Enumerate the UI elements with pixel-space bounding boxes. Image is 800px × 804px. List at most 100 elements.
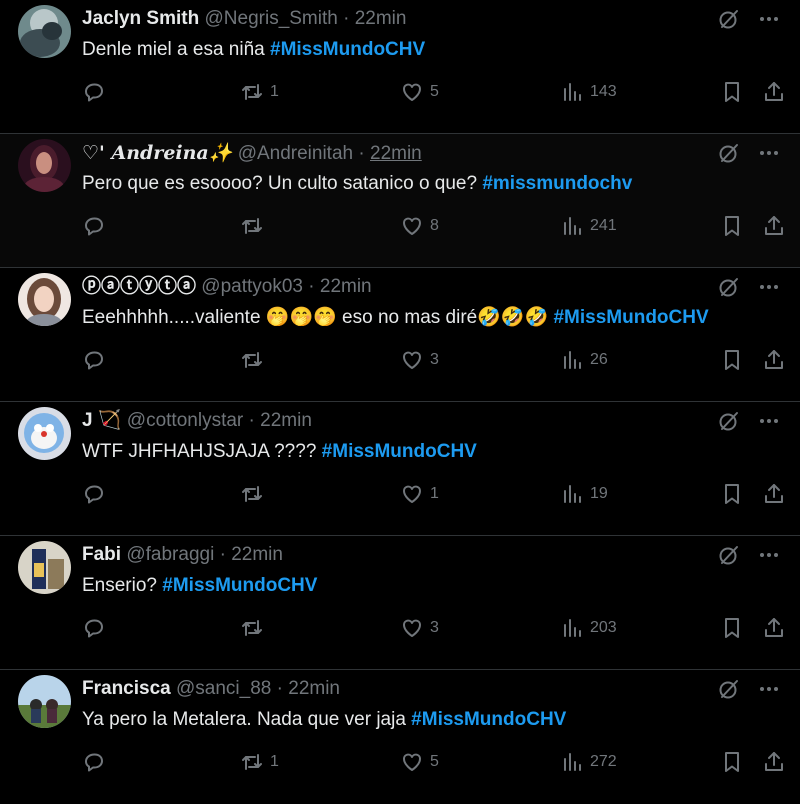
bookmark-button[interactable] [720,750,744,774]
user-name[interactable]: J 🏹 [82,410,122,431]
share-button[interactable] [762,616,786,640]
reply-button[interactable] [82,750,106,774]
tweet[interactable]: ♡' 𝑨𝒏𝒅𝒓𝒆𝒊𝒏𝒂✨ @Andreinitah · 22min Pero q… [0,134,800,268]
reply-button[interactable] [82,214,106,238]
timestamp[interactable]: 22min [370,143,422,164]
hashtag-link[interactable]: #MissMundoCHV [162,575,317,596]
reply-button[interactable] [82,616,106,640]
views-button[interactable]: 272 [560,750,617,774]
timestamp[interactable]: 22min [260,410,312,431]
user-handle[interactable]: @Andreinitah [238,143,353,164]
tweet-text-content: Enserio? [82,575,163,596]
views-button[interactable]: 26 [560,348,608,372]
user-name[interactable]: Jaclyn Smith [82,8,199,29]
repost-icon [242,754,262,770]
grok-icon[interactable] [716,542,742,568]
repost-button[interactable]: 1 [240,750,279,774]
avatar[interactable] [18,675,71,728]
views-button[interactable]: 19 [560,482,608,506]
user-name[interactable]: Francisca [82,678,171,699]
like-button[interactable]: 8 [400,214,439,238]
tweet[interactable]: Jaclyn Smith @Negris_Smith · 22min Denle… [0,0,800,134]
grok-icon[interactable] [716,676,742,702]
repost-button[interactable] [240,214,270,238]
views-button[interactable]: 241 [560,214,617,238]
hashtag-link[interactable]: #MissMundoCHV [553,307,708,328]
view-count: 203 [590,619,617,636]
tweet[interactable]: Francisca @sanci_88 · 22min Ya pero la M… [0,670,800,804]
repost-button[interactable] [240,616,270,640]
tweet-text: Denle miel a esa niña #MissMundoCHV [82,38,425,62]
timestamp[interactable]: 22min [320,276,372,297]
more-options-icon[interactable] [756,676,782,702]
grok-icon[interactable] [716,6,742,32]
tweet[interactable]: ⓟⓐⓣⓨⓣⓐ @pattyok03 · 22min Eeehhhhh.....v… [0,268,800,402]
grok-icon[interactable] [716,140,742,166]
user-name[interactable]: Fabi [82,544,121,565]
avatar[interactable] [18,273,71,326]
heart-icon [403,351,421,369]
avatar[interactable] [18,5,71,58]
views-button[interactable]: 203 [560,616,617,640]
repost-button[interactable] [240,348,270,372]
avatar[interactable] [18,407,71,460]
user-name[interactable]: ⓟⓐⓣⓨⓣⓐ [82,276,196,297]
hashtag-link[interactable]: #MissMundoCHV [322,441,477,462]
share-button[interactable] [762,214,786,238]
user-handle[interactable]: @pattyok03 [201,276,303,297]
bookmark-icon [725,216,739,236]
timestamp[interactable]: 22min [355,8,407,29]
separator-dot: · [358,143,365,164]
hashtag-link[interactable]: #MissMundoCHV [270,39,425,60]
reply-icon [85,485,103,504]
repost-button[interactable] [240,482,270,506]
tweet[interactable]: J 🏹 @cottonlystar · 22min WTF JHFHAHJSJA… [0,402,800,536]
reply-button[interactable] [82,482,106,506]
more-options-icon[interactable] [756,408,782,434]
bookmark-button[interactable] [720,80,744,104]
user-handle[interactable]: @fabraggi [126,544,214,565]
hashtag-link[interactable]: #missmundochv [482,173,632,194]
tweet-text-content: Denle miel a esa niña [82,39,270,60]
repost-icon [242,84,262,100]
like-button[interactable]: 5 [400,80,439,104]
avatar[interactable] [18,139,71,192]
share-button[interactable] [762,80,786,104]
avatar[interactable] [18,541,71,594]
bookmark-button[interactable] [720,616,744,640]
like-button[interactable]: 1 [400,482,439,506]
bookmark-button[interactable] [720,214,744,238]
bookmark-button[interactable] [720,348,744,372]
tweet-actions: 3 203 [82,616,784,640]
tweet[interactable]: Fabi @fabraggi · 22min Enserio? #MissMun… [0,536,800,670]
share-button[interactable] [762,348,786,372]
heart-icon [403,83,421,101]
user-name[interactable]: ♡' 𝑨𝒏𝒅𝒓𝒆𝒊𝒏𝒂✨ [82,142,232,164]
reply-button[interactable] [82,80,106,104]
share-icon [765,350,783,369]
user-handle[interactable]: @sanci_88 [176,678,271,699]
views-button[interactable]: 143 [560,80,617,104]
grok-icon[interactable] [716,274,742,300]
user-handle[interactable]: @cottonlystar [127,410,243,431]
more-options-icon[interactable] [756,140,782,166]
like-button[interactable]: 5 [400,750,439,774]
more-options-icon[interactable] [756,542,782,568]
reply-button[interactable] [82,348,106,372]
bookmark-button[interactable] [720,482,744,506]
repost-button[interactable]: 1 [240,80,279,104]
like-button[interactable]: 3 [400,348,439,372]
timestamp[interactable]: 22min [288,678,340,699]
more-options-icon[interactable] [756,6,782,32]
share-button[interactable] [762,750,786,774]
share-button[interactable] [762,482,786,506]
like-button[interactable]: 3 [400,616,439,640]
repost-count: 1 [270,83,279,100]
grok-icon[interactable] [716,408,742,434]
bookmark-icon [725,752,739,772]
user-handle[interactable]: @Negris_Smith [205,8,338,29]
separator-dot: · [219,544,226,565]
hashtag-link[interactable]: #MissMundoCHV [411,709,566,730]
timestamp[interactable]: 22min [231,544,283,565]
more-options-icon[interactable] [756,274,782,300]
